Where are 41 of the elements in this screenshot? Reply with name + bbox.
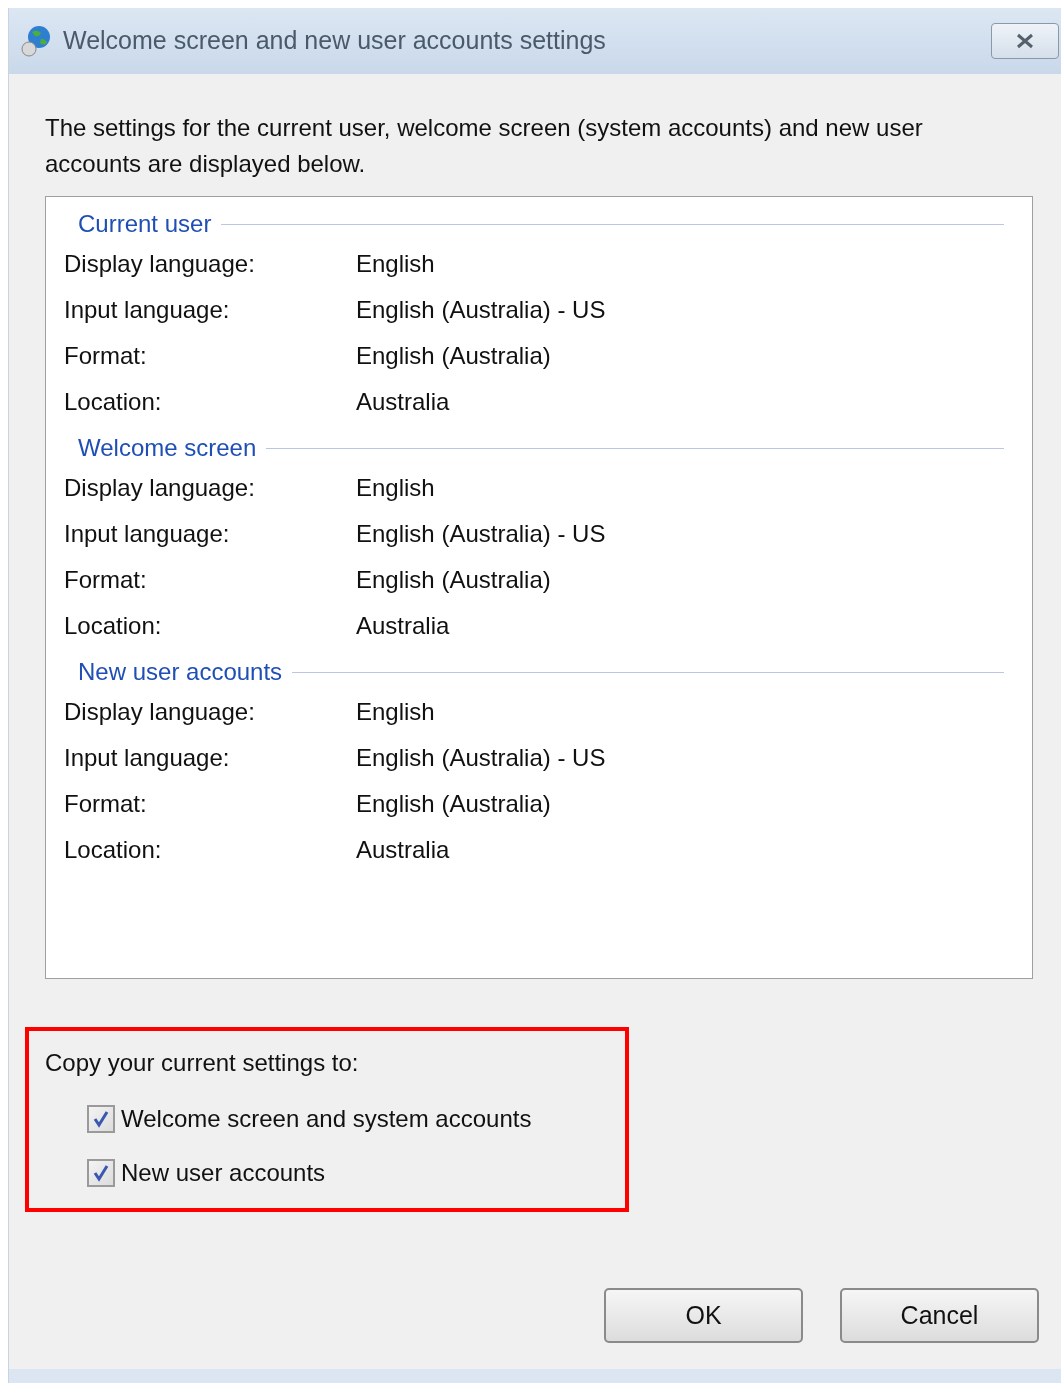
setting-value: English (Australia)	[356, 341, 551, 371]
dialog-button[interactable]: Cancel	[840, 1288, 1039, 1343]
setting-value: Australia	[356, 835, 450, 865]
setting-label: Display language:	[64, 473, 256, 503]
check-icon	[92, 1164, 110, 1182]
setting-value: English	[356, 249, 435, 279]
checkbox[interactable]	[87, 1159, 115, 1187]
setting-label: Format:	[64, 565, 148, 595]
setting-label: Input language:	[64, 743, 231, 773]
setting-label: Input language:	[64, 295, 231, 325]
setting-label: Location:	[64, 387, 163, 417]
setting-label: Display language:	[64, 249, 256, 279]
setting-value: Australia	[356, 611, 450, 641]
setting-label: Input language:	[64, 519, 231, 549]
section-heading: New user accounts	[78, 657, 283, 687]
section-heading: Welcome screen	[78, 433, 257, 463]
checkbox-option[interactable]: New user accounts	[87, 1155, 625, 1191]
setting-value: English (Australia) - US	[356, 519, 606, 549]
close-button[interactable]	[991, 23, 1059, 59]
check-icon	[92, 1110, 110, 1128]
setting-value: English (Australia)	[356, 789, 551, 819]
setting-value: English (Australia) - US	[356, 295, 606, 325]
setting-value: Australia	[356, 387, 450, 417]
copy-settings-label: Copy your current settings to:	[45, 1048, 360, 1078]
setting-label: Location:	[64, 835, 163, 865]
globe-icon	[19, 24, 53, 58]
checkbox-option[interactable]: Welcome screen and system accounts	[87, 1101, 625, 1137]
setting-value: English (Australia) - US	[356, 743, 606, 773]
dialog-button[interactable]: OK	[604, 1288, 803, 1343]
setting-value: English	[356, 697, 435, 727]
setting-value: English	[356, 473, 435, 503]
setting-label: Location:	[64, 611, 163, 641]
setting-value: English (Australia)	[356, 565, 551, 595]
section-heading: Current user	[78, 209, 212, 239]
setting-label: Format:	[64, 789, 148, 819]
setting-label: Format:	[64, 341, 148, 371]
description-text: The settings for the current user, welcome screen (system accounts) and new user accounts are displayed below.	[45, 113, 924, 179]
window-title: Welcome screen and new user accounts settings	[63, 25, 606, 57]
close-icon	[1015, 33, 1035, 49]
setting-label: Display language:	[64, 697, 256, 727]
checkbox[interactable]	[87, 1105, 115, 1133]
